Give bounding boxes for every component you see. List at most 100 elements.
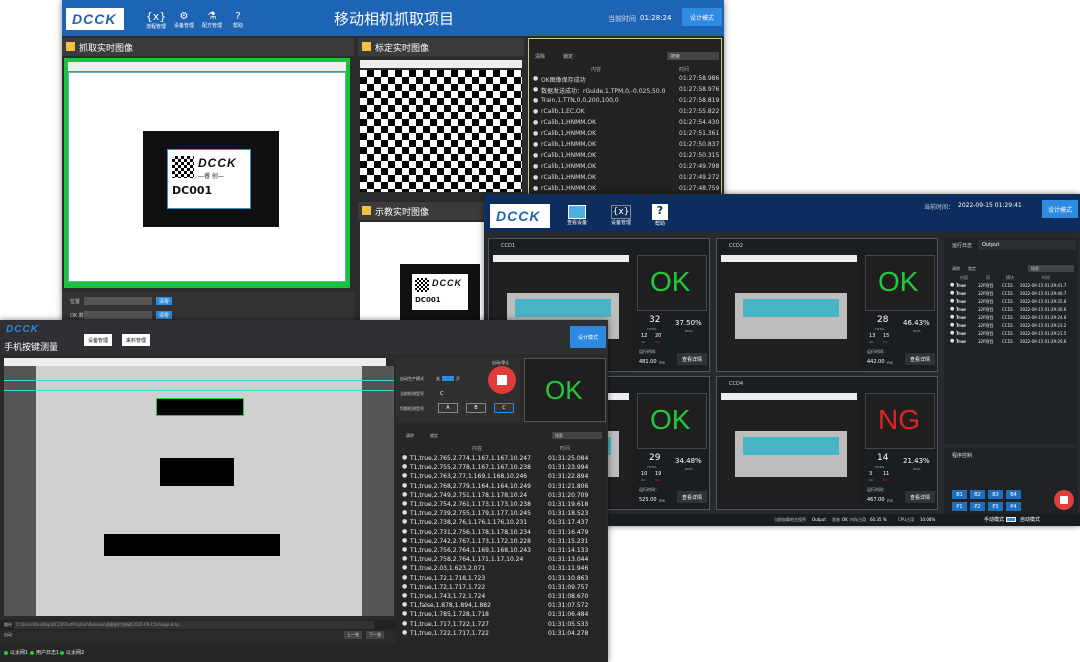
program-button[interactable]: B3 bbox=[988, 490, 1003, 499]
w2-mode-auto[interactable]: 自动模式 bbox=[1020, 516, 1040, 523]
w3-log-clear[interactable]: 清除 bbox=[406, 433, 414, 439]
w3-next-button[interactable]: 下一张 bbox=[366, 631, 384, 639]
w3-log-search[interactable]: 搜索 bbox=[552, 432, 602, 439]
w1-nav-help[interactable]: ? 帮助 bbox=[226, 6, 250, 34]
log-time: 01:31:19.618 bbox=[548, 501, 589, 508]
w1-nav-recipe[interactable]: ⚗ 配方管理 bbox=[198, 6, 226, 34]
program-button[interactable]: P3 bbox=[988, 502, 1003, 511]
log-row: ● rCalib,1,HNMM,OK 01:27:50.315 bbox=[533, 151, 719, 161]
flow-icon: {x} bbox=[610, 204, 632, 219]
w3-design-mode-button[interactable]: 设计模式 bbox=[570, 326, 606, 348]
log-row: ● T1,true,2.765,2.774,1.167,1.167,10.247 0… bbox=[400, 454, 602, 463]
log-time: 01:27:58.986 bbox=[679, 75, 720, 82]
program-button[interactable]: P4 bbox=[1006, 502, 1021, 511]
w1-calib-bar[interactable] bbox=[360, 60, 522, 68]
w1-log-search[interactable]: 搜索 bbox=[667, 52, 719, 60]
camera-run-unit: ms bbox=[887, 498, 893, 503]
w2-nav-view-device[interactable]: 查看设备 bbox=[564, 200, 590, 230]
camera-rate: 21.43% bbox=[903, 457, 930, 465]
camera-image-bar[interactable] bbox=[721, 255, 857, 262]
w3-prod-toggle[interactable] bbox=[442, 376, 454, 381]
camera-ok-label: OK bbox=[869, 478, 874, 482]
log-time: 2022-09-15 01:29:20.6 bbox=[1020, 339, 1067, 344]
w1-grab-sub: —睿 创— bbox=[198, 173, 224, 180]
w3-stop-button[interactable] bbox=[488, 366, 516, 394]
program-button[interactable]: B4 bbox=[1006, 490, 1021, 499]
program-button[interactable]: B2 bbox=[970, 490, 985, 499]
w2-nav-device-mgmt[interactable]: {x} 设备管理 bbox=[608, 200, 634, 230]
w1-nav-flow[interactable]: {x} 流程管理 bbox=[142, 6, 170, 34]
log-time: 01:31:04.278 bbox=[548, 629, 589, 637]
w2-side-lock[interactable]: 锁定 bbox=[968, 266, 976, 272]
w2-mode-toggle[interactable] bbox=[1006, 517, 1016, 522]
info-icon: ● bbox=[533, 163, 539, 170]
log-status: True bbox=[956, 307, 966, 312]
program-button[interactable]: P1 bbox=[952, 502, 967, 511]
log-time: 2022-09-15 01:29:21.5 bbox=[1020, 331, 1067, 336]
w2-design-mode-button[interactable]: 设计模式 bbox=[1042, 200, 1078, 218]
w1-log-lock[interactable]: 锁定 bbox=[563, 53, 573, 60]
info-icon: ● bbox=[533, 185, 539, 192]
w1-grab-image-bar[interactable] bbox=[68, 62, 346, 71]
program-button[interactable]: P2 bbox=[970, 502, 985, 511]
info-icon: ● bbox=[402, 573, 408, 581]
log-content: T1,true,2.742,2.767,1.173,1.172,10.228 bbox=[410, 537, 531, 545]
w1-log-clear[interactable]: 清除 bbox=[535, 53, 545, 60]
camera-detail-button[interactable]: 查看详情 bbox=[905, 353, 935, 365]
log-time: 01:31:17.437 bbox=[548, 519, 589, 527]
w3-prev-button[interactable]: 上一张 bbox=[344, 631, 362, 639]
w1-design-mode-button[interactable]: 设计模式 bbox=[682, 8, 722, 26]
w3-image-bar[interactable] bbox=[4, 358, 386, 366]
log-time: 01:31:13.044 bbox=[548, 556, 589, 564]
camera-image-bar[interactable] bbox=[493, 255, 629, 262]
camera-rate-label: PASS bbox=[685, 467, 693, 471]
log-status: True bbox=[956, 315, 966, 320]
info-icon: ● bbox=[402, 628, 408, 636]
log-time: 01:31:09.757 bbox=[548, 583, 589, 591]
w3-device-button[interactable]: 设备管理 bbox=[84, 334, 112, 346]
w3-log-lock[interactable]: 锁定 bbox=[430, 433, 438, 439]
program-button[interactable]: B1 bbox=[952, 490, 967, 499]
camera-detail-button[interactable]: 查看详情 bbox=[677, 491, 707, 503]
w1-logo: DCCK bbox=[66, 8, 124, 30]
w1-field2-button[interactable]: 清零 bbox=[156, 311, 172, 319]
camera-detail-button[interactable]: 查看详情 bbox=[677, 353, 707, 365]
w3-path-input[interactable]: C:\Users\Desktop\DCCK\TestProj\bin\Relea… bbox=[14, 621, 374, 629]
w3-model-c-button[interactable]: C bbox=[494, 403, 514, 413]
w2-side-search-placeholder: 搜索 bbox=[1031, 266, 1039, 271]
w2-side-tab[interactable]: Output bbox=[978, 240, 1076, 250]
w1-demo-code: DC001 bbox=[415, 296, 441, 304]
w2-side-clear[interactable]: 清除 bbox=[952, 266, 960, 272]
camera-run-label: 运行时间： bbox=[867, 349, 887, 354]
w2-nav-help[interactable]: ? 帮助 bbox=[648, 200, 672, 230]
log-item: 32P项目 bbox=[978, 291, 994, 296]
camera-image-bar[interactable] bbox=[721, 393, 857, 400]
log-item: 32P项目 bbox=[978, 307, 994, 312]
log-row: ● rCalib,1,HNMM,OK 01:27:49.798 bbox=[533, 162, 719, 172]
camera-total-label: TOTAL bbox=[875, 465, 885, 469]
log-time: 01:27:58.976 bbox=[679, 86, 720, 93]
camera-board bbox=[735, 293, 847, 339]
log-row: ● T1,true,2.756,2.764,1.169,1.168,10.243 0… bbox=[400, 546, 602, 555]
camera-result-box: OK bbox=[637, 393, 707, 449]
w3-recipe-button[interactable]: 来料管理 bbox=[122, 334, 150, 346]
log-row: ● True 32P项目 CCD1 2022-09-15 01:29:23.2 bbox=[946, 322, 1078, 330]
w1-field1-button[interactable]: 清零 bbox=[156, 297, 172, 305]
w2-stop-button[interactable] bbox=[1054, 490, 1074, 510]
camera-detail-button[interactable]: 查看详情 bbox=[905, 491, 935, 503]
log-content: Train,1,TTN,0,0,200,100,0 bbox=[541, 97, 619, 104]
info-icon: ● bbox=[402, 527, 408, 535]
w1-nav-device[interactable]: ⚙ 设备管理 bbox=[170, 6, 198, 34]
w2-mode-manual[interactable]: 手动模式 bbox=[984, 516, 1004, 523]
w3-logo: DCCK bbox=[6, 324, 39, 335]
w3-model-a-button[interactable]: A bbox=[438, 403, 458, 413]
w2-logo: DCCK bbox=[490, 204, 550, 228]
w3-part-bottom bbox=[104, 534, 280, 556]
w3-model-b-button[interactable]: B bbox=[466, 403, 486, 413]
w2-side-search[interactable]: 搜索 bbox=[1028, 265, 1074, 272]
w1-field2-input[interactable] bbox=[84, 311, 152, 319]
info-icon: ● bbox=[402, 536, 408, 544]
w1-field1-input[interactable] bbox=[84, 297, 152, 305]
log-content: T1,true,1.743,1.72,1.724 bbox=[410, 593, 486, 600]
w3-part-middle bbox=[160, 458, 234, 486]
